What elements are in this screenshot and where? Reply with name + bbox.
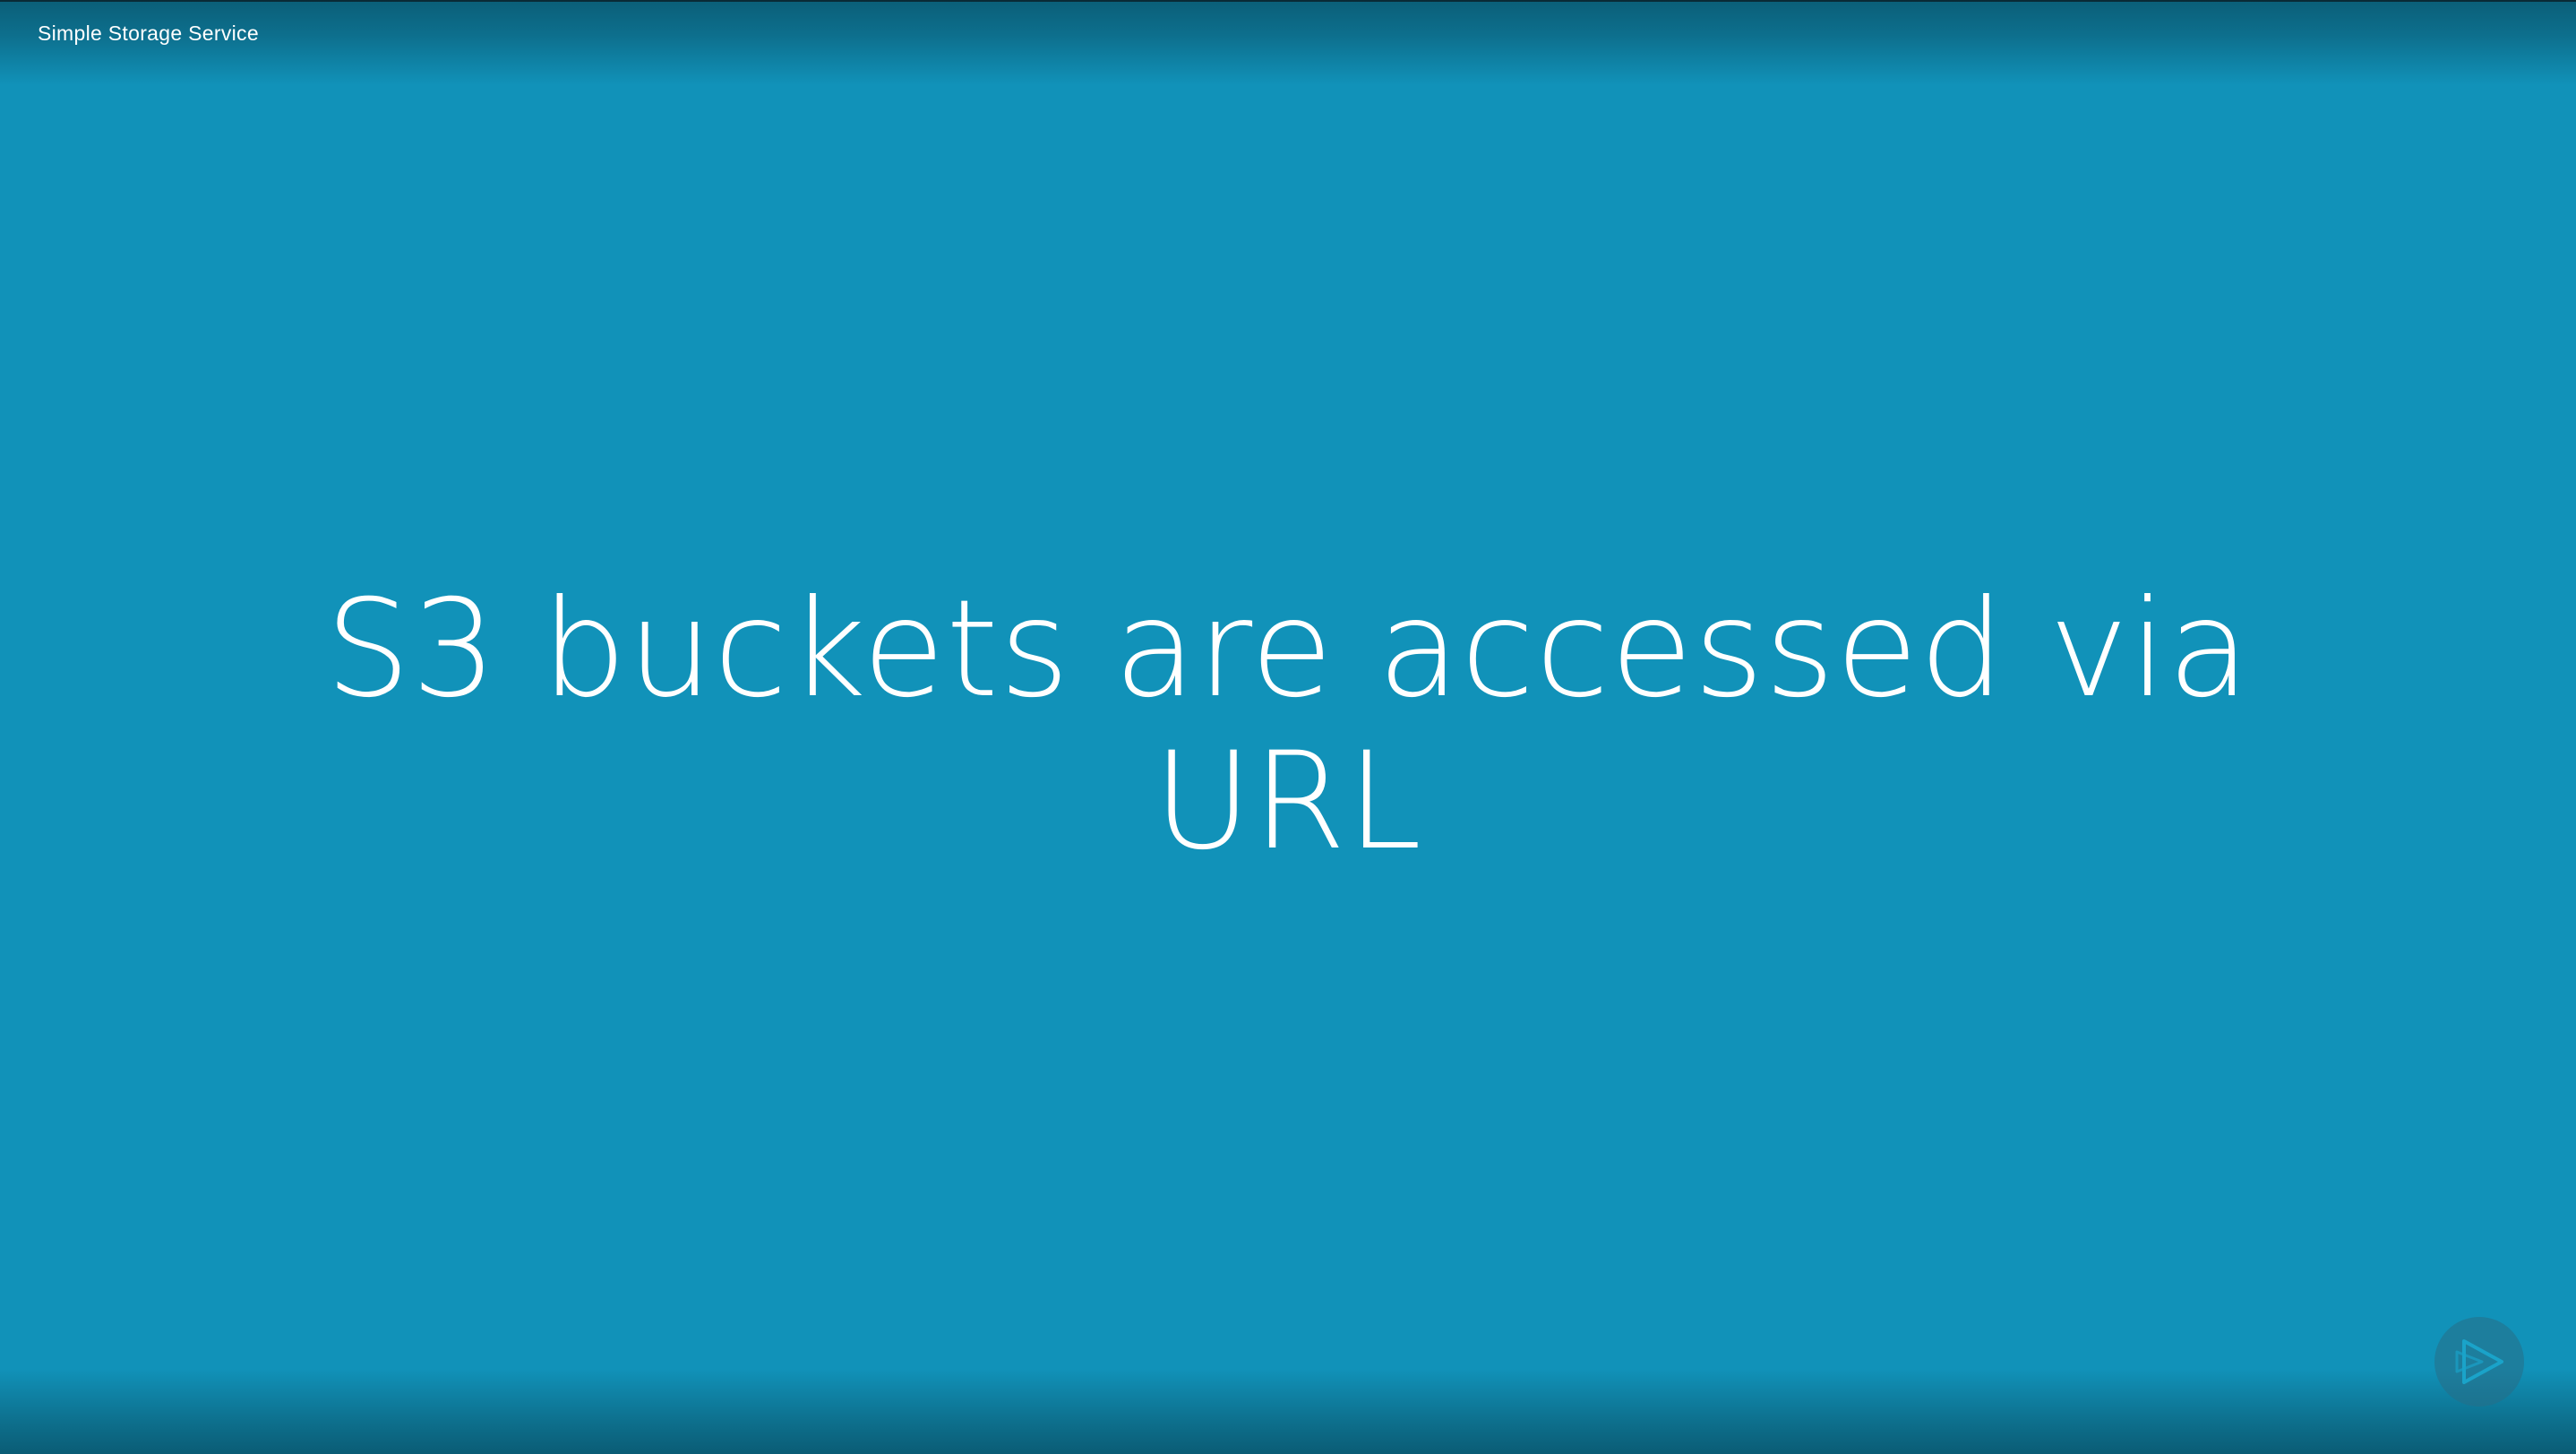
play-button[interactable]: [2434, 1317, 2524, 1407]
play-logo-icon: [2455, 1339, 2503, 1384]
top-bar: Simple Storage Service: [0, 0, 2576, 85]
module-title: Simple Storage Service: [38, 22, 259, 45]
bottom-bar: [0, 1369, 2576, 1454]
slide-line-2: URL: [1153, 724, 1423, 880]
slide-line-1: S3 buckets are accessed via: [325, 572, 2251, 727]
video-player[interactable]: Simple Storage Service S3 buckets are ac…: [0, 0, 2576, 1454]
slide-caption: S3 buckets are accessed via URL: [0, 573, 2576, 878]
